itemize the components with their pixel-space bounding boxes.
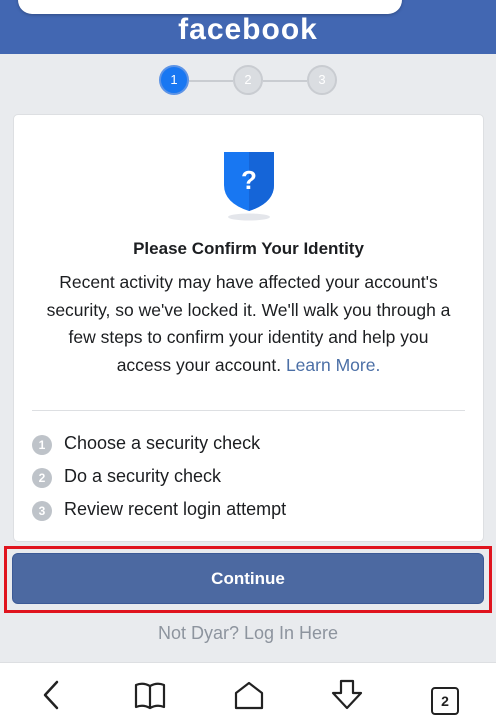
list-label: Review recent login attempt <box>64 499 287 519</box>
list-label: Do a security check <box>64 466 222 486</box>
list-number: 3 <box>32 501 52 521</box>
top-bar: facebook <box>0 0 496 54</box>
shield-question-icon: ? <box>224 152 274 221</box>
card-body: Recent activity may have affected your a… <box>40 269 457 379</box>
list-number: 1 <box>32 435 52 455</box>
facebook-logo: facebook <box>178 13 318 46</box>
browser-bottom-bar: 2 <box>0 662 496 720</box>
not-user-link[interactable]: Not Dyar? Log In Here <box>0 623 496 644</box>
step-1: 1 <box>159 65 189 95</box>
download-icon[interactable] <box>329 677 365 713</box>
tabs-icon[interactable]: 2 <box>431 687 459 715</box>
continue-button[interactable]: Continue <box>12 553 484 604</box>
home-icon[interactable] <box>231 677 267 713</box>
stepper-connector <box>263 80 307 82</box>
list-label: Choose a security check <box>64 433 261 453</box>
identity-card: ? Please Confirm Your Identity Recent ac… <box>13 114 484 542</box>
svg-text:?: ? <box>241 165 257 195</box>
address-bar[interactable] <box>18 0 402 14</box>
list-number: 2 <box>32 468 52 488</box>
divider <box>32 410 465 411</box>
back-icon[interactable] <box>34 677 70 713</box>
step-2: 2 <box>233 65 263 95</box>
learn-more-link[interactable]: Learn More. <box>286 355 380 375</box>
card-title: Please Confirm Your Identity <box>133 239 364 258</box>
stepper-connector <box>189 80 233 82</box>
progress-stepper: 1 2 3 <box>159 64 339 98</box>
bookmarks-icon[interactable] <box>132 677 168 713</box>
step-3: 3 <box>307 65 337 95</box>
body-text: Recent activity may have affected your a… <box>46 272 451 375</box>
